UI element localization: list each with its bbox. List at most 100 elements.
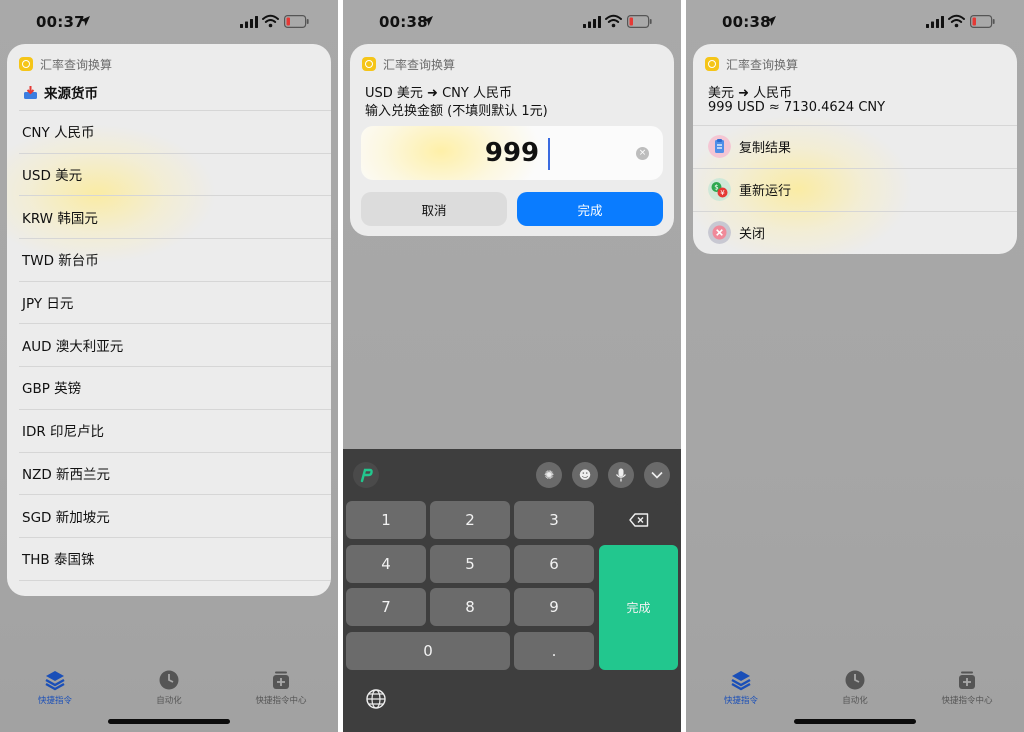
currency-list: CNY 人民币 USD 美元 KRW 韩国元 TWD 新台币 JPY 日元 AU… xyxy=(7,110,331,596)
text-caret xyxy=(548,138,550,170)
shortcut-app-icon xyxy=(705,57,719,71)
wifi-icon xyxy=(605,14,622,28)
gallery-plus-icon xyxy=(959,671,975,689)
status-bar: 00:37 xyxy=(0,0,338,44)
shortcuts-stack-icon xyxy=(731,671,751,691)
shortcut-app-icon xyxy=(362,57,376,71)
shortcut-app-icon xyxy=(19,57,33,71)
wifi-icon xyxy=(262,14,279,28)
numeric-keyboard: ✺ ☻ 1 2 3 4 5 6 完成 7 8 9 0 . xyxy=(343,449,681,732)
tab-shortcuts[interactable]: 快捷指令 xyxy=(10,664,100,706)
clock-icon xyxy=(845,670,865,690)
key-5[interactable]: 5 xyxy=(430,545,510,583)
key-3[interactable]: 3 xyxy=(514,501,594,539)
source-currency-label: 来源货币 xyxy=(44,86,98,102)
app-header: 汇率查询换算 xyxy=(19,56,112,72)
microphone-icon[interactable] xyxy=(608,462,634,488)
app-header: 汇率查询换算 xyxy=(362,56,455,72)
cancel-button[interactable]: 取消 xyxy=(361,192,507,226)
sparkle-icon[interactable]: ✺ xyxy=(536,462,562,488)
app-name: 汇率查询换算 xyxy=(383,57,456,72)
clear-input-icon[interactable]: × xyxy=(636,147,649,160)
tab-automation[interactable]: 自动化 xyxy=(810,664,900,706)
source-currency-heading: 来源货币 xyxy=(23,82,98,102)
battery-low-icon xyxy=(627,15,652,28)
key-1[interactable]: 1 xyxy=(346,501,426,539)
tab-bar: 快捷指令 自动化 快捷指令中心 xyxy=(0,664,338,708)
currency-option-gbp[interactable]: GBP 英镑 xyxy=(7,366,331,409)
currency-option-thb[interactable]: THB 泰国铢 xyxy=(7,536,331,580)
clock-icon xyxy=(159,670,179,690)
status-bar: 00:38 xyxy=(343,0,681,44)
currency-option-usd[interactable]: USD 美元 xyxy=(7,152,331,196)
status-time: 00:38 xyxy=(722,13,771,31)
key-8[interactable]: 8 xyxy=(430,588,510,626)
result-direction: 美元 ➜ 人民币 xyxy=(708,86,793,101)
tab-shortcuts[interactable]: 快捷指令 xyxy=(696,664,786,706)
currency-option-nzd[interactable]: NZD 新西兰元 xyxy=(7,451,331,495)
amount-value: 999 xyxy=(484,138,540,168)
amount-input[interactable]: 999 × xyxy=(361,126,663,180)
key-0[interactable]: 0 xyxy=(346,632,510,670)
amount-instruction: 输入兑换金额 (不填则默认 1元) xyxy=(365,104,548,119)
key-decimal[interactable]: . xyxy=(514,632,594,670)
cellular-signal-icon xyxy=(583,16,601,28)
currency-option-cny[interactable]: CNY 人民币 xyxy=(7,110,331,153)
globe-icon[interactable] xyxy=(365,688,387,710)
currency-option-twd[interactable]: TWD 新台币 xyxy=(7,238,331,281)
currency-option-idr[interactable]: IDR 印尼卢比 xyxy=(7,408,331,452)
clipboard-icon xyxy=(708,135,731,158)
key-4[interactable]: 4 xyxy=(346,545,426,583)
location-arrow-icon xyxy=(766,16,776,26)
cellular-signal-icon xyxy=(240,16,258,28)
close-button[interactable]: 关闭 xyxy=(693,211,1017,254)
gallery-plus-icon xyxy=(273,671,289,689)
status-time: 00:38 xyxy=(379,13,428,31)
currency-exchange-icon: $¥ xyxy=(708,178,731,201)
key-6[interactable]: 6 xyxy=(514,545,594,583)
keyboard-done-key[interactable]: 完成 xyxy=(599,545,678,670)
key-9[interactable]: 9 xyxy=(514,588,594,626)
location-arrow-icon xyxy=(423,16,433,26)
currency-option-sgd[interactable]: SGD 新加坡元 xyxy=(7,494,331,537)
done-button[interactable]: 完成 xyxy=(517,192,663,226)
tab-automation[interactable]: 自动化 xyxy=(124,664,214,706)
wifi-icon xyxy=(948,14,965,28)
rerun-button[interactable]: $ ¥ 重新运行 xyxy=(693,168,1017,211)
keyboard-app-icon[interactable] xyxy=(353,462,379,488)
tab-gallery[interactable]: 快捷指令中心 xyxy=(236,664,326,706)
conversion-result: 999 USD ≈ 7130.4624 CNY xyxy=(708,100,886,115)
inbox-tray-icon xyxy=(24,85,37,99)
key-7[interactable]: 7 xyxy=(346,588,426,626)
battery-low-icon xyxy=(970,15,995,28)
svg-text:$: $ xyxy=(714,184,718,192)
cellular-signal-icon xyxy=(926,16,944,28)
location-arrow-icon xyxy=(80,16,90,26)
tab-bar: 快捷指令 自动化 快捷指令中心 xyxy=(686,664,1024,708)
phone-screen-source-currency: 00:37 汇率查询换算 来源货币 CNY 人民币 USD 美元 KRW 韩国元… xyxy=(0,0,338,732)
conversion-direction: USD 美元 ➜ CNY 人民币 xyxy=(365,86,512,101)
result-card: 汇率查询换算 美元 ➜ 人民币 999 USD ≈ 7130.4624 CNY … xyxy=(693,44,1017,254)
app-name: 汇率查询换算 xyxy=(726,57,799,72)
currency-option-partial[interactable] xyxy=(7,579,331,596)
copy-result-button[interactable]: 复制结果 xyxy=(693,125,1017,168)
phone-screen-amount-input: 00:38 汇率查询换算 USD 美元 ➜ CNY 人民币 输入兑换金额 (不填… xyxy=(343,0,681,732)
backspace-key[interactable] xyxy=(599,501,678,539)
currency-option-aud[interactable]: AUD 澳大利亚元 xyxy=(7,323,331,366)
app-header: 汇率查询换算 xyxy=(705,56,798,72)
amount-prompt-card: 汇率查询换算 USD 美元 ➜ CNY 人民币 输入兑换金额 (不填则默认 1元… xyxy=(350,44,674,236)
close-icon xyxy=(708,221,731,244)
emoji-face-icon[interactable]: ☻ xyxy=(572,462,598,488)
key-2[interactable]: 2 xyxy=(430,501,510,539)
svg-text:¥: ¥ xyxy=(720,189,725,197)
tab-gallery[interactable]: 快捷指令中心 xyxy=(922,664,1012,706)
currency-option-krw[interactable]: KRW 韩国元 xyxy=(7,195,331,238)
phone-screen-result: 00:38 汇率查询换算 美元 ➜ 人民币 999 USD ≈ 7130.462… xyxy=(686,0,1024,732)
home-indicator xyxy=(108,719,230,724)
backspace-icon xyxy=(628,513,648,527)
chevron-down-icon[interactable] xyxy=(644,462,670,488)
currency-option-jpy[interactable]: JPY 日元 xyxy=(7,280,331,324)
status-time: 00:37 xyxy=(36,13,85,31)
shortcuts-stack-icon xyxy=(45,671,65,691)
app-name: 汇率查询换算 xyxy=(40,57,113,72)
